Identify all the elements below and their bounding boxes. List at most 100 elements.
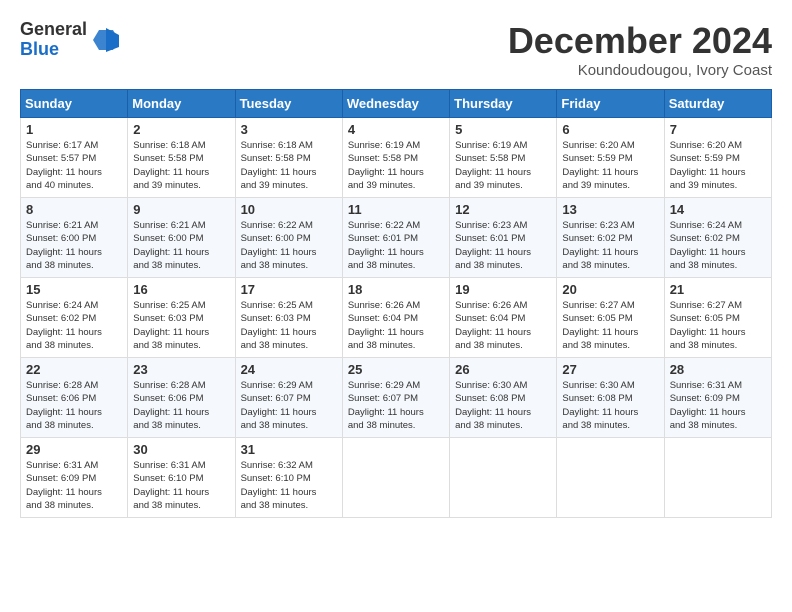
table-row: 1Sunrise: 6:17 AMSunset: 5:57 PMDaylight… <box>21 118 128 198</box>
table-row <box>557 438 664 518</box>
calendar-week-row: 29Sunrise: 6:31 AMSunset: 6:09 PMDayligh… <box>21 438 772 518</box>
day-info: Sunrise: 6:17 AMSunset: 5:57 PMDaylight:… <box>26 139 122 192</box>
day-info: Sunrise: 6:31 AMSunset: 6:09 PMDaylight:… <box>670 379 766 432</box>
day-info: Sunrise: 6:30 AMSunset: 6:08 PMDaylight:… <box>455 379 551 432</box>
day-number: 19 <box>455 282 551 297</box>
table-row: 26 Sunrise: 6:30 AMSunset: 6:08 PMDayligh… <box>450 358 557 438</box>
day-number: 26 <box>455 362 551 377</box>
day-number: 25 <box>348 362 444 377</box>
table-row: 15 Sunrise: 6:24 AMSunset: 6:02 PMDayligh… <box>21 278 128 358</box>
day-number: 27 <box>562 362 658 377</box>
header-friday: Friday <box>557 90 664 118</box>
day-info: Sunrise: 6:21 AMSunset: 6:00 PMDaylight:… <box>26 219 122 272</box>
table-row: 9 Sunrise: 6:21 AMSunset: 6:00 PMDaylight… <box>128 198 235 278</box>
month-title: December 2024 <box>508 20 772 62</box>
table-row: 25 Sunrise: 6:29 AMSunset: 6:07 PMDayligh… <box>342 358 449 438</box>
page-header: General Blue December 2024 Koundoudougou… <box>20 20 772 79</box>
day-info: Sunrise: 6:18 AMSunset: 5:58 PMDaylight:… <box>133 139 229 192</box>
day-number: 17 <box>241 282 337 297</box>
day-number: 31 <box>241 442 337 457</box>
day-info: Sunrise: 6:29 AMSunset: 6:07 PMDaylight:… <box>241 379 337 432</box>
day-info: Sunrise: 6:25 AMSunset: 6:03 PMDaylight:… <box>241 299 337 352</box>
day-info: Sunrise: 6:25 AMSunset: 6:03 PMDaylight:… <box>133 299 229 352</box>
day-number: 22 <box>26 362 122 377</box>
calendar-week-row: 1Sunrise: 6:17 AMSunset: 5:57 PMDaylight… <box>21 118 772 198</box>
table-row: 17 Sunrise: 6:25 AMSunset: 6:03 PMDayligh… <box>235 278 342 358</box>
day-info: Sunrise: 6:32 AMSunset: 6:10 PMDaylight:… <box>241 459 337 512</box>
day-number: 30 <box>133 442 229 457</box>
day-number: 10 <box>241 202 337 217</box>
table-row: 23 Sunrise: 6:28 AMSunset: 6:06 PMDayligh… <box>128 358 235 438</box>
day-info: Sunrise: 6:26 AMSunset: 6:04 PMDaylight:… <box>455 299 551 352</box>
day-number: 6 <box>562 122 658 137</box>
day-info: Sunrise: 6:21 AMSunset: 6:00 PMDaylight:… <box>133 219 229 272</box>
day-info: Sunrise: 6:28 AMSunset: 6:06 PMDaylight:… <box>133 379 229 432</box>
table-row: 10Sunrise: 6:22 AMSunset: 6:00 PMDayligh… <box>235 198 342 278</box>
header-saturday: Saturday <box>664 90 771 118</box>
table-row: 12Sunrise: 6:23 AMSunset: 6:01 PMDayligh… <box>450 198 557 278</box>
logo: General Blue <box>20 20 121 60</box>
day-number: 9 <box>133 202 229 217</box>
day-number: 14 <box>670 202 766 217</box>
day-info: Sunrise: 6:22 AMSunset: 6:01 PMDaylight:… <box>348 219 444 272</box>
table-row: 28 Sunrise: 6:31 AMSunset: 6:09 PMDayligh… <box>664 358 771 438</box>
calendar-table: Sunday Monday Tuesday Wednesday Thursday… <box>20 89 772 518</box>
day-number: 2 <box>133 122 229 137</box>
day-number: 21 <box>670 282 766 297</box>
day-info: Sunrise: 6:23 AMSunset: 6:02 PMDaylight:… <box>562 219 658 272</box>
table-row: 31 Sunrise: 6:32 AMSunset: 6:10 PMDayligh… <box>235 438 342 518</box>
day-info: Sunrise: 6:24 AMSunset: 6:02 PMDaylight:… <box>26 299 122 352</box>
day-number: 24 <box>241 362 337 377</box>
header-wednesday: Wednesday <box>342 90 449 118</box>
logo-icon <box>91 25 121 55</box>
logo-general: General <box>20 20 87 40</box>
day-number: 15 <box>26 282 122 297</box>
calendar-header-row: Sunday Monday Tuesday Wednesday Thursday… <box>21 90 772 118</box>
day-info: Sunrise: 6:31 AMSunset: 6:09 PMDaylight:… <box>26 459 122 512</box>
day-info: Sunrise: 6:31 AMSunset: 6:10 PMDaylight:… <box>133 459 229 512</box>
calendar-week-row: 8Sunrise: 6:21 AMSunset: 6:00 PMDaylight… <box>21 198 772 278</box>
day-info: Sunrise: 6:19 AMSunset: 5:58 PMDaylight:… <box>348 139 444 192</box>
day-info: Sunrise: 6:24 AMSunset: 6:02 PMDaylight:… <box>670 219 766 272</box>
day-number: 23 <box>133 362 229 377</box>
day-info: Sunrise: 6:27 AMSunset: 6:05 PMDaylight:… <box>670 299 766 352</box>
table-row: 30 Sunrise: 6:31 AMSunset: 6:10 PMDayligh… <box>128 438 235 518</box>
header-monday: Monday <box>128 90 235 118</box>
table-row: 22 Sunrise: 6:28 AMSunset: 6:06 PMDayligh… <box>21 358 128 438</box>
table-row <box>450 438 557 518</box>
table-row: 16Sunrise: 6:25 AMSunset: 6:03 PMDayligh… <box>128 278 235 358</box>
day-info: Sunrise: 6:28 AMSunset: 6:06 PMDaylight:… <box>26 379 122 432</box>
logo-blue: Blue <box>20 40 87 60</box>
day-info: Sunrise: 6:29 AMSunset: 6:07 PMDaylight:… <box>348 379 444 432</box>
table-row: 5 Sunrise: 6:19 AMSunset: 5:58 PMDaylight… <box>450 118 557 198</box>
table-row: 13 Sunrise: 6:23 AMSunset: 6:02 PMDayligh… <box>557 198 664 278</box>
day-number: 4 <box>348 122 444 137</box>
day-info: Sunrise: 6:19 AMSunset: 5:58 PMDaylight:… <box>455 139 551 192</box>
table-row: 2 Sunrise: 6:18 AMSunset: 5:58 PMDaylight… <box>128 118 235 198</box>
day-number: 13 <box>562 202 658 217</box>
table-row: 18 Sunrise: 6:26 AMSunset: 6:04 PMDayligh… <box>342 278 449 358</box>
day-info: Sunrise: 6:20 AMSunset: 5:59 PMDaylight:… <box>562 139 658 192</box>
table-row: 29Sunrise: 6:31 AMSunset: 6:09 PMDayligh… <box>21 438 128 518</box>
logo-text: General Blue <box>20 20 87 60</box>
header-sunday: Sunday <box>21 90 128 118</box>
day-number: 28 <box>670 362 766 377</box>
day-info: Sunrise: 6:23 AMSunset: 6:01 PMDaylight:… <box>455 219 551 272</box>
table-row: 4 Sunrise: 6:19 AMSunset: 5:58 PMDaylight… <box>342 118 449 198</box>
table-row: 19 Sunrise: 6:26 AMSunset: 6:04 PMDayligh… <box>450 278 557 358</box>
table-row: 14 Sunrise: 6:24 AMSunset: 6:02 PMDayligh… <box>664 198 771 278</box>
day-info: Sunrise: 6:20 AMSunset: 5:59 PMDaylight:… <box>670 139 766 192</box>
day-number: 11 <box>348 202 444 217</box>
location: Koundoudougou, Ivory Coast <box>508 62 772 79</box>
calendar-week-row: 22 Sunrise: 6:28 AMSunset: 6:06 PMDayligh… <box>21 358 772 438</box>
table-row: 11 Sunrise: 6:22 AMSunset: 6:01 PMDayligh… <box>342 198 449 278</box>
day-info: Sunrise: 6:30 AMSunset: 6:08 PMDaylight:… <box>562 379 658 432</box>
table-row: 20Sunrise: 6:27 AMSunset: 6:05 PMDayligh… <box>557 278 664 358</box>
calendar-week-row: 15 Sunrise: 6:24 AMSunset: 6:02 PMDayligh… <box>21 278 772 358</box>
day-info: Sunrise: 6:26 AMSunset: 6:04 PMDaylight:… <box>348 299 444 352</box>
day-number: 5 <box>455 122 551 137</box>
table-row: 8Sunrise: 6:21 AMSunset: 6:00 PMDaylight… <box>21 198 128 278</box>
day-info: Sunrise: 6:27 AMSunset: 6:05 PMDaylight:… <box>562 299 658 352</box>
day-number: 18 <box>348 282 444 297</box>
title-area: December 2024 Koundoudougou, Ivory Coast <box>508 20 772 79</box>
